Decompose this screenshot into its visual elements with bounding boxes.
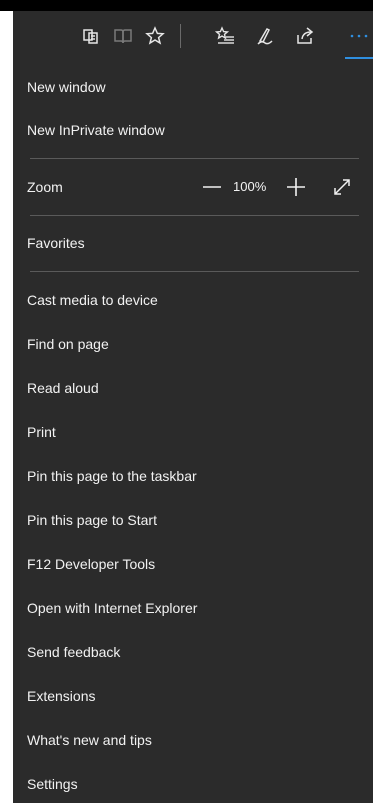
menu-item-find-on-page[interactable]: Find on page — [27, 335, 109, 353]
favorites-list-icon[interactable] — [209, 11, 241, 60]
zoom-label: Zoom — [27, 179, 63, 195]
menu-item-open-ie[interactable]: Open with Internet Explorer — [27, 599, 197, 617]
browser-screen: New window New InPrivate window Zoom 100… — [0, 0, 373, 803]
menu-item-new-window[interactable]: New window — [27, 78, 106, 96]
plus-icon — [287, 178, 305, 196]
menu-item-extensions[interactable]: Extensions — [27, 687, 95, 705]
menu-divider — [30, 158, 359, 159]
menu-item-print[interactable]: Print — [27, 423, 56, 441]
window-top-bar — [0, 0, 373, 11]
more-active-indicator — [345, 57, 373, 59]
web-note-icon[interactable] — [249, 11, 281, 60]
menu-item-favorites[interactable]: Favorites — [27, 234, 85, 252]
share-icon[interactable] — [289, 11, 321, 60]
zoom-value: 100% — [233, 179, 267, 194]
zoom-in-button[interactable] — [283, 172, 309, 202]
menu-item-send-feedback[interactable]: Send feedback — [27, 643, 120, 661]
full-screen-button[interactable] — [329, 172, 355, 202]
toolbar-separator — [180, 24, 181, 48]
menu-item-whats-new[interactable]: What's new and tips — [27, 731, 152, 749]
menu-divider — [30, 215, 359, 216]
reading-view-icon[interactable] — [75, 11, 107, 60]
menu-item-dev-tools[interactable]: F12 Developer Tools — [27, 555, 155, 573]
menu-item-cast-media[interactable]: Cast media to device — [27, 291, 158, 309]
expand-icon — [334, 179, 350, 195]
menu-item-pin-taskbar[interactable]: Pin this page to the taskbar — [27, 467, 197, 485]
menu-item-new-inprivate-window[interactable]: New InPrivate window — [27, 121, 165, 139]
browser-toolbar — [13, 11, 373, 60]
menu-item-read-aloud[interactable]: Read aloud — [27, 379, 99, 397]
minus-icon — [203, 186, 221, 188]
menu-item-settings[interactable]: Settings — [27, 775, 78, 793]
zoom-row: Zoom 100% — [13, 172, 373, 202]
more-icon[interactable] — [343, 11, 373, 60]
menu-divider — [30, 271, 359, 272]
menu-item-pin-start[interactable]: Pin this page to Start — [27, 511, 157, 529]
zoom-out-button[interactable] — [199, 172, 225, 202]
settings-menu: New window New InPrivate window Zoom 100… — [13, 60, 373, 803]
book-icon[interactable] — [107, 11, 139, 60]
favorite-star-icon[interactable] — [139, 11, 171, 60]
